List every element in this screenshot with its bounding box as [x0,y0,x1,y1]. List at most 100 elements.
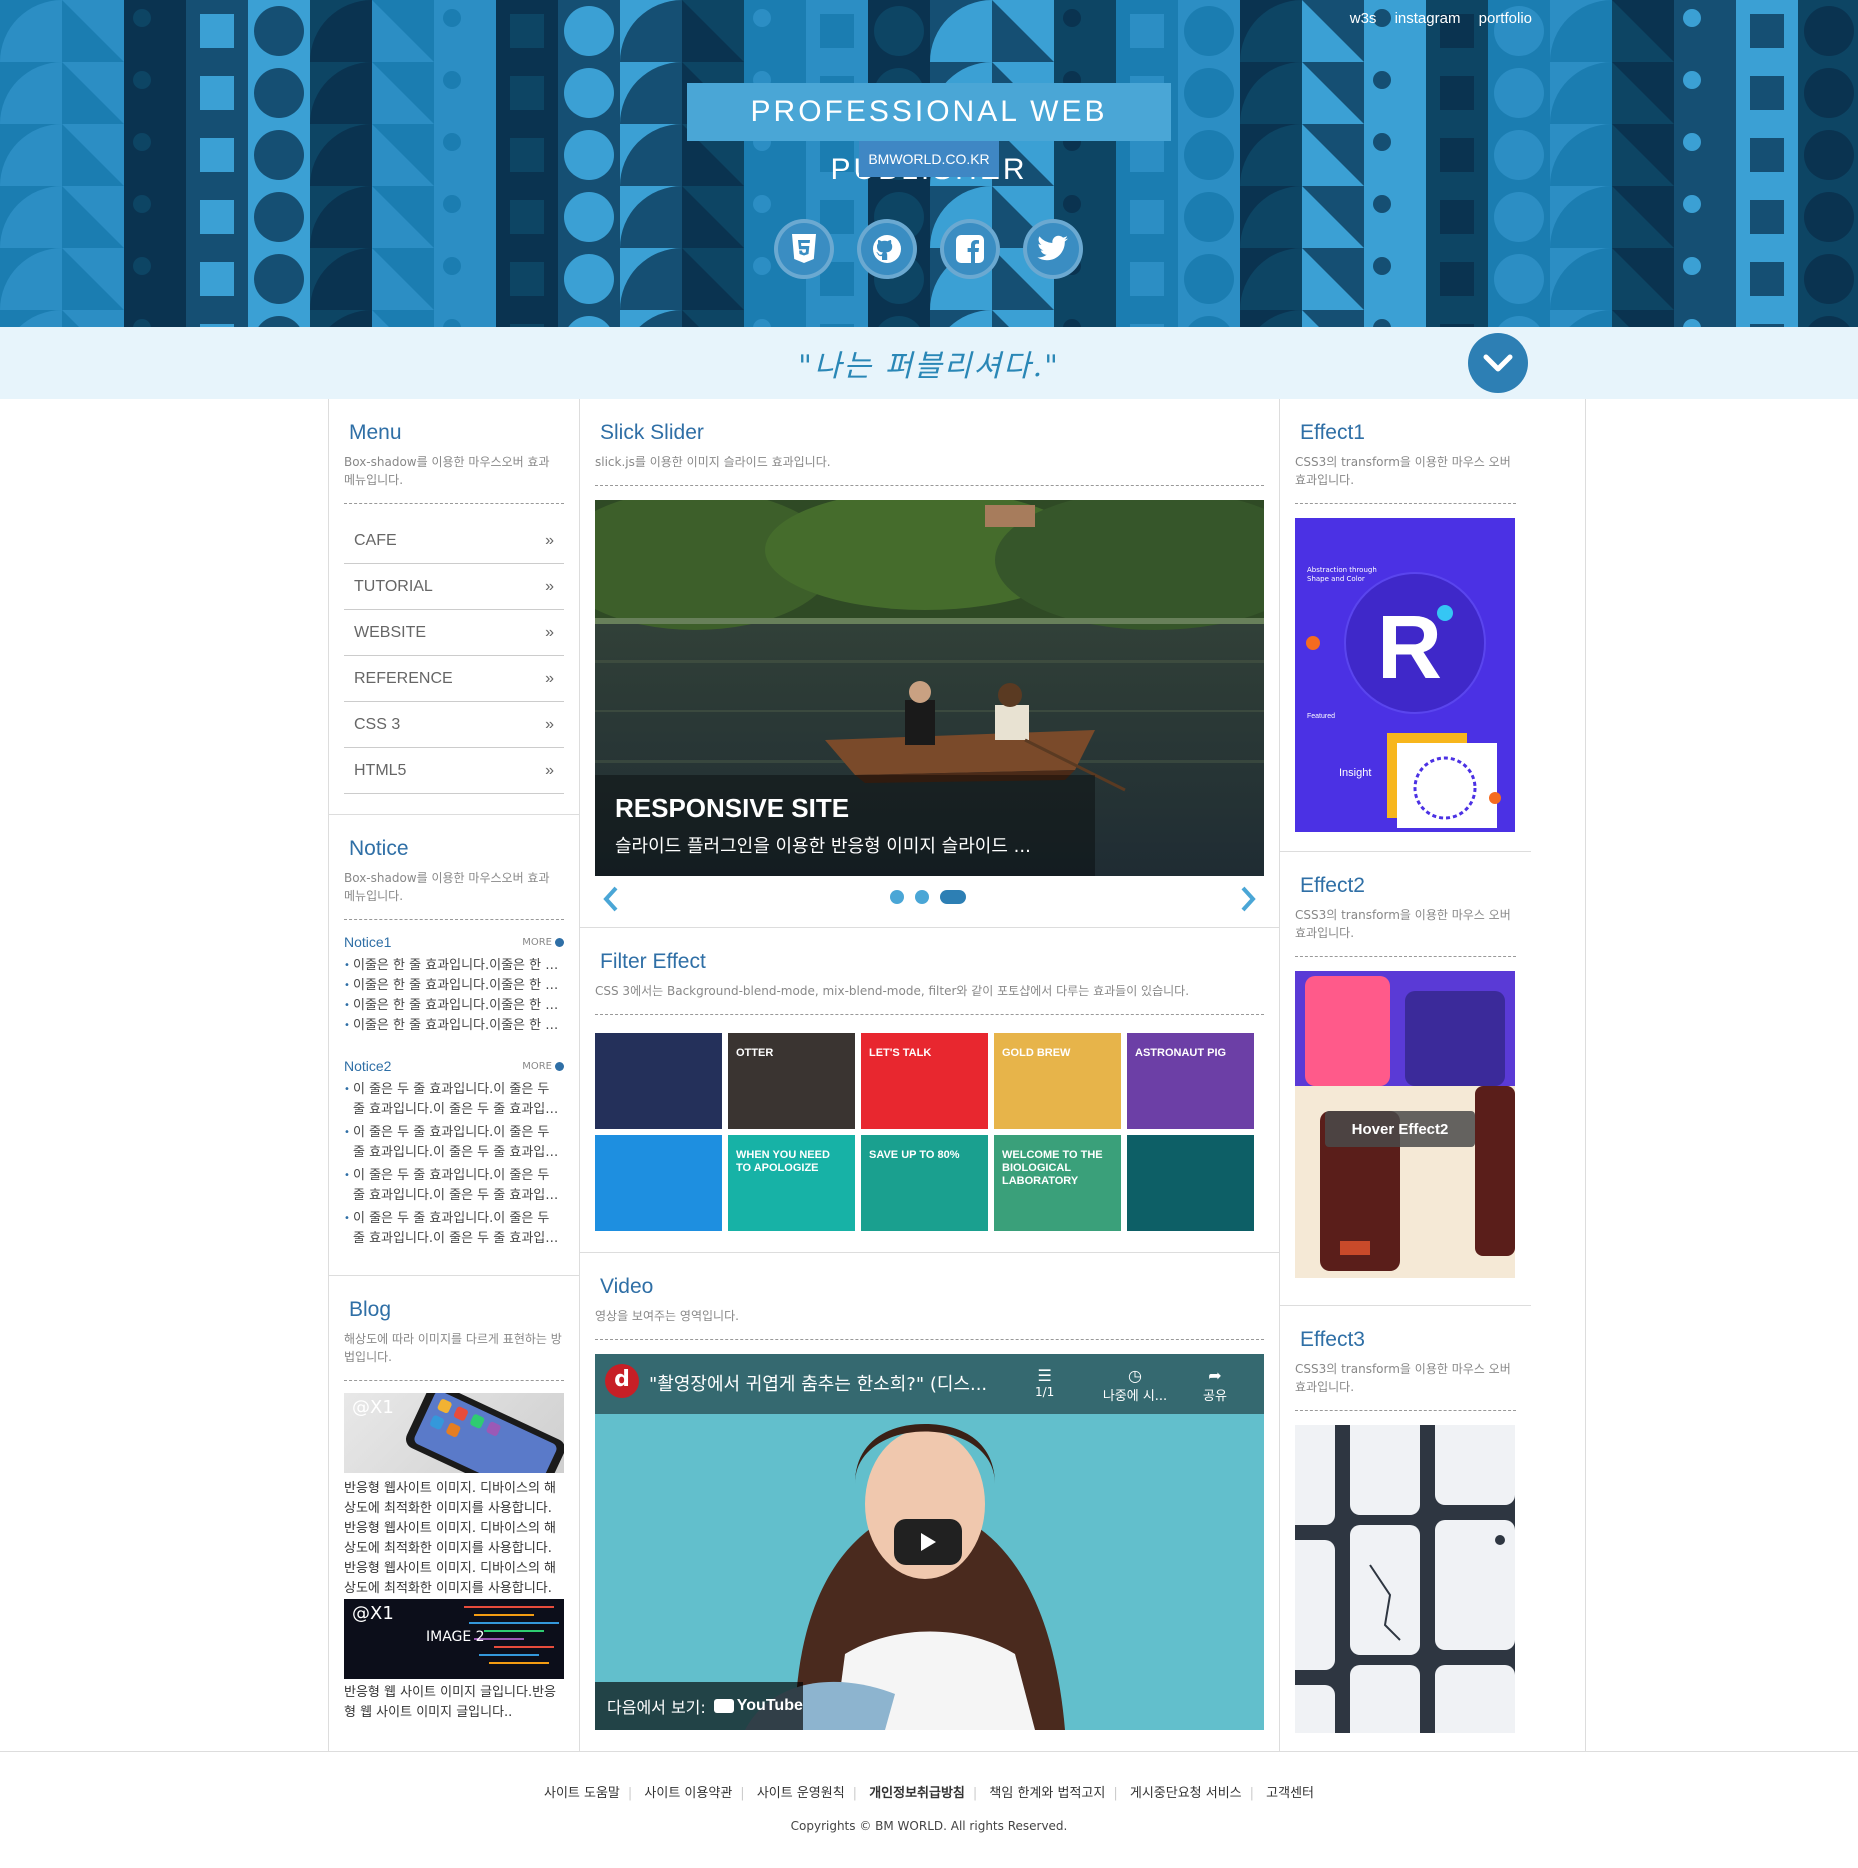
double-chevron-right-icon: » [545,623,554,641]
footer-link-legal[interactable]: 책임 한계와 법적고지 [989,1786,1105,1801]
list-item[interactable]: 이줄은 한 줄 효과입니다.이줄은 한 줄 효과입니다. [344,956,564,976]
play-icon [921,1533,936,1551]
footer-link-support[interactable]: 고객센터 [1266,1786,1314,1801]
list-item[interactable]: 이줄은 한 줄 효과입니다.이줄은 한 줄 효과입니다. [344,996,564,1016]
effect3-image[interactable] [1295,1425,1515,1733]
channel-avatar[interactable]: d [605,1364,639,1398]
footer-link-policy[interactable]: 사이트 운영원칙 [757,1786,845,1801]
watch-later-button[interactable]: ◷ 나중에 시... [1095,1366,1175,1404]
playlist-count: 1/1 [1035,1385,1055,1399]
video-title: Video [600,1275,654,1298]
effect2-desc: CSS3의 transform을 이용한 마우스 오버효과입니다. [1295,908,1511,940]
slide-image[interactable]: RESPONSIVE SITE 슬라이드 플러그인을 이용한 반응형 이미지 슬… [595,500,1264,876]
filter-image-tile[interactable] [1127,1135,1254,1231]
slider-section: Slick Slider slick.js를 이용한 이미지 슬라이드 효과입니… [580,399,1279,928]
share-icon: ➦ [1208,1366,1222,1385]
filter-image-tile[interactable]: ASTRONAUT PIG [1127,1033,1254,1129]
slider-next-button[interactable] [1240,886,1256,916]
effect2-title: Effect2 [1300,874,1365,897]
svg-text:Featured: Featured [1307,713,1335,720]
youtube-label: YouTube [736,1697,803,1714]
menu-item-website[interactable]: WEBSITE » [344,610,564,656]
divider [1295,1410,1516,1411]
separator: | [627,1786,633,1801]
slider-dot-1[interactable] [890,890,904,904]
divider [595,1339,1264,1340]
notice-title: Notice [349,837,409,860]
effect1-title: Effect1 [1300,421,1365,444]
menu-list: CAFE » TUTORIAL » WEBSITE » REFERENCE » CSS … [344,518,564,794]
menu-item-html5[interactable]: HTML5 » [344,748,564,794]
notice1-more-link[interactable]: MORE [522,937,564,948]
list-item[interactable]: 이 줄은 두 줄 효과입니다.이 줄은 두 줄 효과입니다.이 줄은 두 줄 효… [344,1209,564,1251]
watch-on-youtube[interactable]: 다음에서 보기: YouTube [595,1682,803,1730]
youtube-video-player[interactable]: d "촬영장에서 귀엽게 춤추는 한소희?" (디스... ☰ 1/1 ◷ 나중에 … [595,1354,1264,1730]
list-item[interactable]: 이줄은 한 줄 효과입니다.이줄은 한 줄 효과입니다. [344,1016,564,1036]
filter-image-tile[interactable]: SAVE UP TO 80% [861,1135,988,1231]
playlist-button[interactable]: ☰ 1/1 [1035,1366,1054,1399]
separator: | [1249,1786,1255,1801]
top-link-portfolio[interactable]: portfolio [1479,10,1532,27]
effect1-image[interactable]: R Insight Featured Abstraction through S… [1295,518,1515,832]
scroll-down-button[interactable] [1468,333,1528,393]
filter-image-tile[interactable]: WHEN YOU NEED TO APOLOGIZE [728,1135,855,1231]
slider-prev-button[interactable] [603,886,619,916]
filter-image-tile[interactable]: GOLD BREW [994,1033,1121,1129]
slide-caption-title: RESPONSIVE SITE [615,793,850,823]
chevron-right-icon [1241,886,1256,912]
footer-link-privacy[interactable]: 개인정보취급방침 [869,1786,965,1801]
notice2-header: Notice2 MORE [344,1058,564,1074]
menu-item-css3[interactable]: CSS 3 » [344,702,564,748]
separator: | [1113,1786,1118,1801]
top-link-instagram[interactable]: instagram [1395,10,1461,27]
poster-text: Abstraction through Shape and Color [1307,566,1377,583]
quote-bar: "나는 퍼블리셔다." [0,327,1858,399]
slider-title: Slick Slider [600,421,704,444]
list-item[interactable]: 이 줄은 두 줄 효과입니다.이 줄은 두 줄 효과입니다.이 줄은 두 줄 효… [344,1166,564,1208]
html5-icon[interactable] [774,219,834,279]
list-item[interactable]: 이줄은 한 줄 효과입니다.이줄은 한 줄 효과입니다. [344,976,564,996]
filter-image-tile[interactable]: LET'S TALK [861,1033,988,1129]
effect3-desc: CSS3의 transform을 이용한 마우스 오버효과입니다. [1295,1362,1511,1394]
tile-text: WELCOME TO THE BIOLOGICAL LABORATORY [1002,1149,1103,1187]
separator: | [972,1786,978,1801]
site-header: w3s instagram portfolio PROFESSIONAL WEB… [0,0,1858,327]
menu-item-label: HTML5 [354,761,407,779]
twitter-icon[interactable] [1023,219,1083,279]
play-button[interactable] [894,1519,962,1565]
footer-link-help[interactable]: 사이트 도움말 [544,1786,620,1801]
blog-text-2: 반응형 웹 사이트 이미지 글입니다.반응형 웹 사이트 이미지 글입니다.. [344,1685,557,1720]
github-icon[interactable] [857,219,917,279]
facebook-icon[interactable] [940,219,1000,279]
effect2-image[interactable]: Hover Effect2 [1295,971,1515,1278]
notice2-more-link[interactable]: MORE [522,1061,564,1072]
footer-link-takedown[interactable]: 게시중단요청 서비스 [1130,1786,1242,1801]
menu-item-cafe[interactable]: CAFE » [344,518,564,564]
divider [1295,503,1516,504]
blog-image-1: @X1 [344,1393,564,1473]
filter-image-tile[interactable] [595,1033,722,1129]
menu-item-reference[interactable]: REFERENCE » [344,656,564,702]
notice2-title: Notice2 [344,1058,392,1074]
filter-image-tile[interactable]: WELCOME TO THE BIOLOGICAL LABORATORY [994,1135,1121,1231]
header-subtitle[interactable]: BMWORLD.CO.KR [859,141,999,177]
filter-image-tile[interactable] [595,1135,722,1231]
menu-item-tutorial[interactable]: TUTORIAL » [344,564,564,610]
footer-link-terms[interactable]: 사이트 이용약관 [644,1786,732,1801]
share-button[interactable]: ➦ 공유 [1195,1366,1235,1404]
effect1-section: Effect1 CSS3의 transform을 이용한 마우스 오버효과입니다… [1280,399,1531,852]
filter-image-tile[interactable]: OTTER [728,1033,855,1129]
notice-section: Notice Box-shadow를 이용한 마우스오버 효과 메뉴입니다. N… [329,815,579,1276]
top-link-w3s[interactable]: w3s [1350,10,1377,27]
quote-text: "나는 퍼블리셔다." [798,349,1060,384]
video-title-text[interactable]: "촬영장에서 귀엽게 춤추는 한소희?" (디스... [649,1370,987,1396]
share-label: 공유 [1203,1389,1227,1404]
slider-dot-3-active[interactable] [940,890,966,904]
tile-text: ASTRONAUT PIG [1135,1047,1227,1059]
youtube-logo-icon [713,1699,734,1713]
list-item[interactable]: 이 줄은 두 줄 효과입니다.이 줄은 두 줄 효과입니다.이 줄은 두 줄 효… [344,1123,564,1165]
list-item[interactable]: 이 줄은 두 줄 효과입니다.이 줄은 두 줄 효과입니다.이 줄은 두 줄 효… [344,1080,564,1122]
slide-caption-text: 슬라이드 플러그인을 이용한 반응형 이미지 슬라이드 ... [615,836,1031,857]
slider-dot-2[interactable] [915,890,929,904]
watch-on-label: 다음에서 보기: [607,1698,706,1717]
